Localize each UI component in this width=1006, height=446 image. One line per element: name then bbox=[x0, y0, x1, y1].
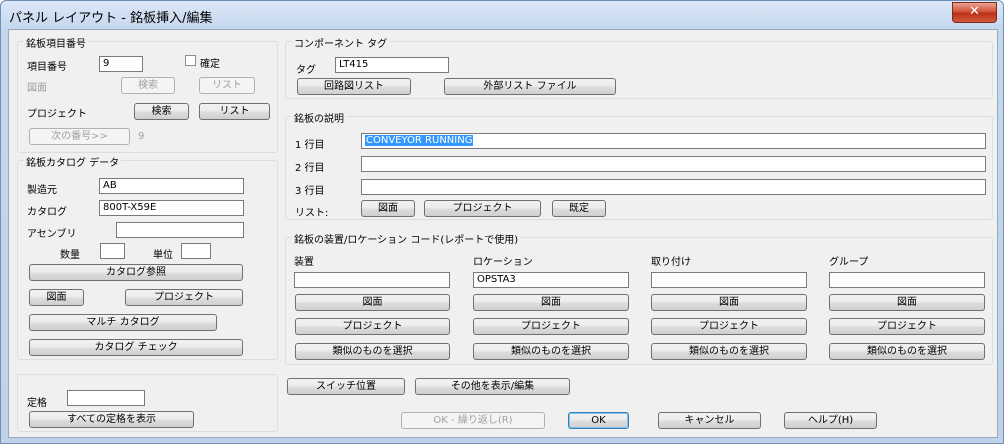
location-project-button[interactable]: プロジェクト bbox=[473, 318, 629, 335]
installation-select-similar-button[interactable]: 類似のものを選択 bbox=[295, 343, 450, 360]
group-label: グループ bbox=[829, 257, 869, 268]
next-number-button[interactable]: 次の番号>> bbox=[29, 128, 130, 145]
description-drawing-button[interactable]: 図面 bbox=[361, 200, 415, 217]
installation-drawing-button[interactable]: 図面 bbox=[295, 294, 450, 311]
location-input[interactable]: OPSTA3 bbox=[473, 272, 629, 288]
mounting-project-button[interactable]: プロジェクト bbox=[651, 318, 807, 335]
item-number-label: 項目番号 bbox=[27, 62, 67, 73]
catalog-check-button[interactable]: カタログ チェック bbox=[29, 339, 243, 356]
description-group-title: 銘板の説明 bbox=[292, 110, 346, 125]
confirm-checkbox[interactable] bbox=[185, 55, 196, 66]
show-other-edit-button[interactable]: その他を表示/編集 bbox=[415, 378, 570, 395]
catalog-input[interactable]: 800T-X59E bbox=[99, 200, 244, 216]
multi-catalog-button[interactable]: マルチ カタログ bbox=[29, 314, 217, 331]
tag-label: タグ bbox=[296, 65, 316, 76]
external-list-file-button[interactable]: 外部リスト ファイル bbox=[444, 78, 616, 95]
drawing-label: 図面 bbox=[27, 83, 47, 94]
line1-label: 1 行目 bbox=[295, 140, 325, 151]
ok-repeat-button[interactable]: OK - 繰り返し(R) bbox=[401, 412, 545, 429]
location-select-similar-button[interactable]: 類似のものを選択 bbox=[473, 343, 629, 360]
catalog-project-button[interactable]: プロジェクト bbox=[125, 289, 243, 306]
project-search-button[interactable]: 検索 bbox=[134, 103, 189, 120]
catalog-lookup-button[interactable]: カタログ参照 bbox=[29, 264, 243, 281]
location-drawing-button[interactable]: 図面 bbox=[473, 294, 629, 311]
line2-input[interactable] bbox=[361, 156, 986, 172]
catalog-group-title: 銘板カタログ データ bbox=[24, 154, 122, 169]
installation-label: 装置 bbox=[294, 257, 314, 268]
window-title: パネル レイアウト - 銘板挿入/編集 bbox=[9, 11, 213, 26]
schematic-list-button[interactable]: 回路図リスト bbox=[297, 78, 411, 95]
mounting-drawing-button[interactable]: 図面 bbox=[651, 294, 807, 311]
drawing-list-button[interactable]: リスト bbox=[199, 77, 255, 94]
title-bar[interactable]: パネル レイアウト - 銘板挿入/編集 ✕ bbox=[1, 1, 1003, 29]
rating-group: 定格 すべての定格を表示 bbox=[17, 374, 278, 432]
assembly-input[interactable] bbox=[116, 222, 244, 238]
group-drawing-button[interactable]: 図面 bbox=[829, 294, 985, 311]
tag-input[interactable]: LT415 bbox=[335, 57, 449, 73]
close-button[interactable]: ✕ bbox=[952, 2, 997, 23]
catalog-group: 銘板カタログ データ 製造元 AB カタログ 800T-X59E アセンブリ 数… bbox=[17, 154, 278, 360]
drawing-search-button[interactable]: 検索 bbox=[121, 77, 175, 94]
line3-label: 3 行目 bbox=[295, 186, 325, 197]
line2-label: 2 行目 bbox=[295, 163, 325, 174]
manufacturer-label: 製造元 bbox=[27, 185, 57, 196]
item-number-group: 銘板項目番号 項目番号 9 確定 図面 検索 リスト プロジェクト 検索 リスト… bbox=[17, 35, 278, 153]
description-default-button[interactable]: 既定 bbox=[552, 200, 606, 217]
line3-input[interactable] bbox=[361, 179, 986, 195]
dialog-window: パネル レイアウト - 銘板挿入/編集 ✕ 銘板項目番号 項目番号 9 確定 図… bbox=[0, 0, 1004, 444]
manufacturer-input[interactable]: AB bbox=[99, 178, 244, 194]
component-tag-group: コンポーネント タグ タグ LT415 回路図リスト 外部リスト ファイル bbox=[285, 35, 993, 99]
unit-input[interactable] bbox=[181, 243, 211, 259]
ok-button[interactable]: OK bbox=[568, 412, 629, 429]
location-group-title: 銘板の装置/ロケーション コード(レポートで使用) bbox=[292, 231, 521, 246]
quantity-label: 数量 bbox=[60, 250, 80, 261]
component-tag-group-title: コンポーネント タグ bbox=[292, 35, 390, 50]
mounting-input[interactable] bbox=[651, 272, 807, 288]
cancel-button[interactable]: キャンセル bbox=[658, 412, 761, 429]
unit-label: 単位 bbox=[153, 250, 173, 261]
group-select-similar-button[interactable]: 類似のものを選択 bbox=[829, 343, 985, 360]
description-group: 銘板の説明 1 行目 CONVEYOR RUNNING 2 行目 3 行目 リス… bbox=[285, 110, 993, 220]
catalog-label: カタログ bbox=[27, 207, 67, 218]
project-list-button[interactable]: リスト bbox=[199, 103, 270, 120]
group-project-button[interactable]: プロジェクト bbox=[829, 318, 985, 335]
project-label: プロジェクト bbox=[27, 109, 87, 120]
mounting-select-similar-button[interactable]: 類似のものを選択 bbox=[651, 343, 807, 360]
next-number-value: 9 bbox=[138, 131, 145, 142]
rating-label: 定格 bbox=[27, 398, 47, 409]
item-number-input[interactable]: 9 bbox=[99, 56, 143, 72]
switch-position-button[interactable]: スイッチ位置 bbox=[287, 378, 405, 395]
quantity-input[interactable] bbox=[100, 243, 125, 259]
show-all-ratings-button[interactable]: すべての定格を表示 bbox=[29, 411, 194, 428]
catalog-drawing-button[interactable]: 図面 bbox=[29, 289, 84, 306]
item-number-group-title: 銘板項目番号 bbox=[24, 35, 88, 50]
dialog-client: 銘板項目番号 項目番号 9 確定 図面 検索 リスト プロジェクト 検索 リスト… bbox=[8, 29, 998, 438]
description-project-button[interactable]: プロジェクト bbox=[424, 200, 541, 217]
assembly-label: アセンブリ bbox=[27, 229, 77, 240]
installation-project-button[interactable]: プロジェクト bbox=[295, 318, 450, 335]
mounting-label: 取り付け bbox=[651, 257, 691, 268]
confirm-label: 確定 bbox=[200, 59, 220, 70]
help-button[interactable]: ヘルプ(H) bbox=[784, 412, 877, 429]
location-label: ロケーション bbox=[473, 257, 533, 268]
location-group: 銘板の装置/ロケーション コード(レポートで使用) 装置 図面 プロジェクト 類… bbox=[285, 231, 993, 365]
line1-value: CONVEYOR RUNNING bbox=[365, 135, 474, 146]
group-input[interactable] bbox=[829, 272, 985, 288]
description-list-label: リスト: bbox=[295, 208, 329, 219]
rating-input[interactable] bbox=[67, 390, 145, 406]
line1-input[interactable]: CONVEYOR RUNNING bbox=[361, 133, 986, 149]
installation-input[interactable] bbox=[294, 272, 450, 288]
